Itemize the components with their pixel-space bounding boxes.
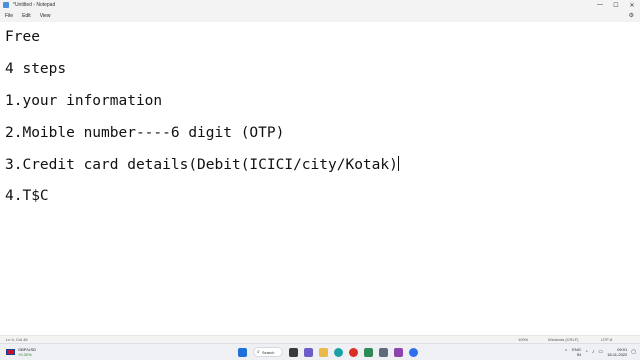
- line-ending: Windows (CRLF): [548, 337, 579, 342]
- file-explorer-icon[interactable]: [319, 347, 328, 357]
- clock-date: 18-11-2022: [607, 352, 628, 357]
- chat-icon[interactable]: [304, 347, 313, 357]
- notepad-window: *Untitled - Notepad — ☐ ✕ File Edit View…: [0, 0, 640, 343]
- zoom-level: 100%: [518, 337, 529, 342]
- window-title: *Untitled - Notepad: [13, 2, 56, 8]
- chevron-up-icon[interactable]: ⌃: [564, 349, 568, 355]
- taskbar-apps: ⌕ Search: [238, 347, 424, 357]
- search-box[interactable]: ⌕ Search: [253, 347, 283, 357]
- notification-icon[interactable]: ▢: [631, 349, 636, 355]
- text-line: Free: [5, 29, 40, 45]
- maximize-button[interactable]: ☐: [608, 0, 624, 10]
- taskbar: GBP/USD +0.30% ⌕ Search ⌃ ENG IN ◔ ♪ ▭ 0…: [0, 343, 640, 360]
- minimize-button[interactable]: —: [592, 0, 608, 10]
- menu-file[interactable]: File: [5, 13, 13, 19]
- start-icon[interactable]: [238, 347, 247, 357]
- window-controls: — ☐ ✕: [592, 0, 640, 10]
- region-code: IN: [576, 352, 581, 357]
- app-icon[interactable]: [394, 347, 403, 357]
- encoding: UTF-8: [601, 337, 613, 342]
- text-line-current: 3.Credit card details(Debit(ICICI/city/K…: [5, 156, 399, 173]
- close-button[interactable]: ✕: [624, 0, 640, 10]
- chrome-icon[interactable]: [349, 347, 358, 357]
- edge-icon[interactable]: [334, 347, 343, 357]
- store-icon[interactable]: [364, 347, 373, 357]
- title-bar: *Untitled - Notepad — ☐ ✕: [0, 0, 640, 10]
- task-view-icon[interactable]: [289, 347, 298, 357]
- menu-view[interactable]: View: [40, 13, 51, 19]
- menu-edit[interactable]: Edit: [22, 13, 31, 19]
- text-line: 4.T$C: [5, 188, 49, 204]
- text-line: 4 steps: [5, 61, 67, 77]
- wifi-icon[interactable]: ◔: [585, 349, 588, 355]
- menu-bar: File Edit View: [0, 10, 640, 22]
- status-bar: Ln 4, Col 46 100% Windows (CRLF) UTF-8: [0, 335, 640, 343]
- browser-icon[interactable]: [409, 347, 418, 357]
- battery-icon[interactable]: ▭: [598, 349, 603, 355]
- notepad-icon: [3, 2, 9, 8]
- volume-icon[interactable]: ♪: [592, 349, 595, 355]
- cursor-position: Ln 4, Col 46: [6, 337, 28, 342]
- text-caret: [397, 156, 399, 171]
- gear-icon[interactable]: ⚙: [629, 12, 634, 19]
- text-line: 1.your information: [5, 93, 163, 109]
- text-line-content: 3.Credit card details(Debit(ICICI/city/K…: [5, 157, 398, 173]
- notepad-taskbar-icon[interactable]: [379, 347, 388, 357]
- search-label: Search: [261, 349, 275, 355]
- clock[interactable]: 09:01 18-11-2022: [607, 347, 627, 357]
- market-widget[interactable]: GBP/USD +0.30%: [6, 347, 36, 357]
- text-editor[interactable]: Free 4 steps 1.your information 2.Moible…: [0, 22, 640, 335]
- widget-value: +0.30%: [18, 352, 32, 357]
- system-tray: ⌃ ENG IN ◔ ♪ ▭ 09:01 18-11-2022 ▢: [560, 347, 636, 357]
- language-indicator[interactable]: ENG IN: [572, 347, 581, 357]
- text-line: 2.Moible number----6 digit (OTP): [5, 125, 285, 141]
- flag-icon: [6, 349, 15, 355]
- search-icon: ⌕: [257, 349, 260, 355]
